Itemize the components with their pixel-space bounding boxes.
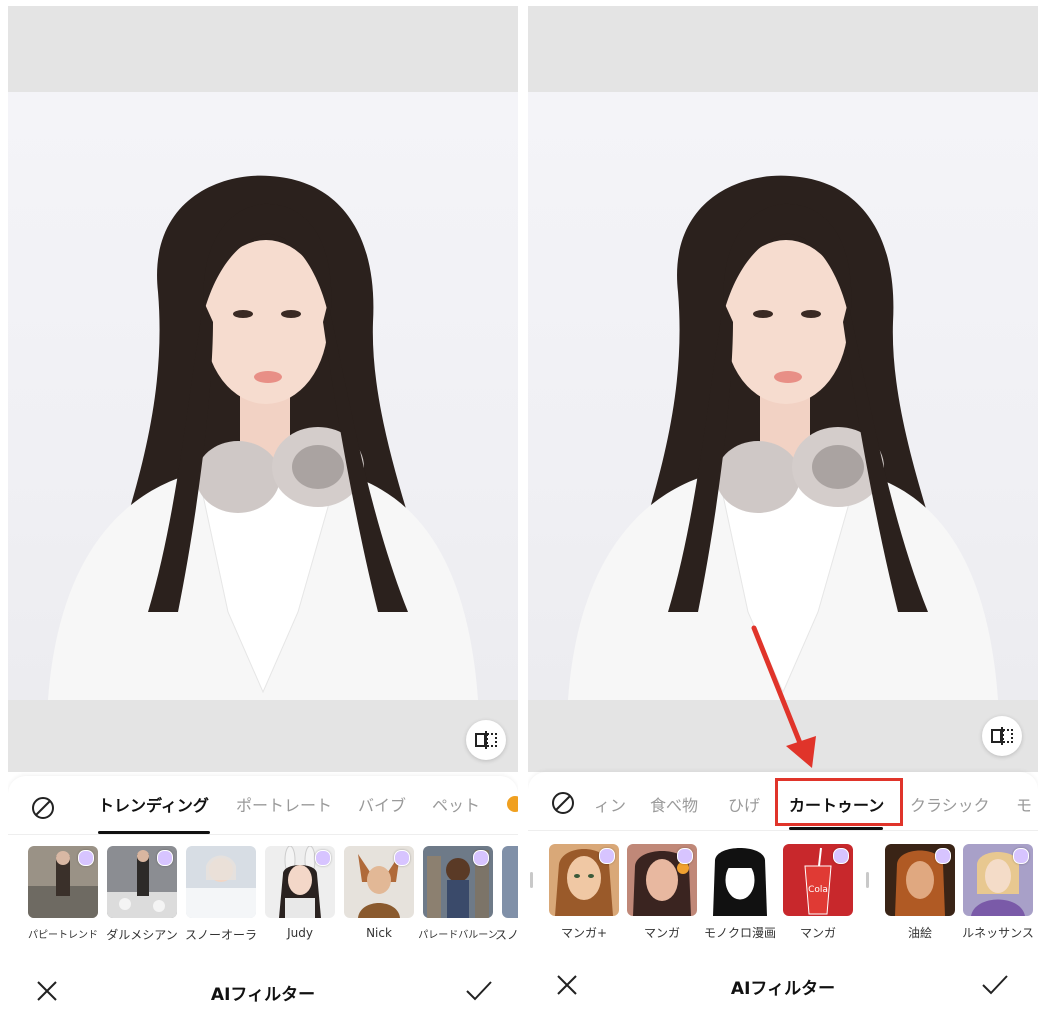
filter-thumb[interactable] <box>423 846 493 918</box>
screen-title: AIフィルター <box>210 985 316 1005</box>
filter-label: ルネッサンス <box>962 926 1034 940</box>
compare-button[interactable] <box>982 716 1022 756</box>
divider <box>528 830 1038 831</box>
filter-thumb[interactable] <box>502 846 518 918</box>
gem-icon <box>833 848 849 864</box>
gem-icon <box>935 848 951 864</box>
filter-thumb[interactable] <box>963 844 1033 916</box>
checkmark-icon[interactable] <box>980 970 1010 1000</box>
filter-thumb[interactable] <box>885 844 955 916</box>
screen-title: AIフィルター <box>730 979 836 999</box>
filter-thumb[interactable] <box>627 844 697 916</box>
filter-label: マンガ <box>643 926 680 940</box>
filter-list: パピートレンド ダルメシアン スノーオーラ Judy Nick パレードバルーン… <box>8 846 518 956</box>
gem-icon <box>394 850 410 866</box>
group-separator <box>530 872 533 888</box>
filter-thumb[interactable] <box>107 846 177 918</box>
category-tabs: トレンディング ポートレート バイブ ペット <box>8 776 518 836</box>
filter-thumb[interactable] <box>344 846 414 918</box>
filter-thumb[interactable] <box>265 846 335 918</box>
filter-thumb[interactable] <box>28 846 98 918</box>
portrait-photo <box>8 92 518 700</box>
filter-thumb[interactable] <box>186 846 256 918</box>
filter-label: パレードバルーン <box>418 930 498 941</box>
tab-trending[interactable]: トレンディング <box>98 792 209 816</box>
left-screen: トレンディング ポートレート バイブ ペット パピートレンド ダルメシアン スノ… <box>8 0 518 1034</box>
filter-thumb[interactable] <box>705 844 775 916</box>
filter-label: Nick <box>366 926 392 940</box>
tab-portrait[interactable]: ポートレート <box>236 792 332 816</box>
gem-icon <box>599 848 615 864</box>
filter-label: スノ <box>495 928 518 942</box>
gem-icon <box>157 850 173 866</box>
photo-canvas <box>8 6 518 772</box>
svg-text:Cola: Cola <box>808 885 828 895</box>
gem-icon <box>78 850 94 866</box>
annotation-arrow <box>751 625 816 768</box>
tab-food[interactable]: 食べ物 <box>650 792 698 816</box>
tab-classic[interactable]: クラシック <box>910 792 990 816</box>
filter-label: パピートレンド <box>28 930 98 941</box>
right-screen: ィン 食べ物 ひげ カートゥーン クラシック モ Cola マンガ+ マンガ モ… <box>528 0 1038 1034</box>
highlight-box <box>775 778 903 826</box>
filter-label: マンガ+ <box>560 926 608 940</box>
portrait-photo <box>528 92 1038 700</box>
gem-icon <box>473 850 489 866</box>
checkmark-icon[interactable] <box>464 976 494 1006</box>
filter-label: ダルメシアン <box>106 928 178 942</box>
filter-label: スノーオーラ <box>184 928 257 942</box>
filter-label: マンガ <box>799 926 836 940</box>
tab-vibe[interactable]: バイブ <box>358 792 406 816</box>
gem-icon <box>677 848 693 864</box>
no-filter-icon[interactable] <box>550 790 576 816</box>
bottom-bar: AIフィルター <box>8 966 518 1016</box>
bottom-bar: AIフィルター <box>528 960 1038 1010</box>
divider <box>8 834 518 835</box>
filter-label: モノクロ漫画 <box>703 926 776 940</box>
filter-list: Cola マンガ+ マンガ モノクロ漫画 マンガ 油絵 ルネッサンス <box>528 844 1038 954</box>
gem-icon <box>1013 848 1029 864</box>
compare-icon <box>475 731 497 749</box>
tab-beard[interactable]: ひげ <box>728 792 760 816</box>
filter-thumb[interactable] <box>549 844 619 916</box>
filter-label: 油絵 <box>907 926 932 940</box>
tab-partial-left[interactable]: ィン <box>594 792 626 816</box>
group-separator <box>866 872 869 888</box>
tab-emoji-icon[interactable] <box>507 796 518 812</box>
compare-icon <box>991 727 1013 745</box>
compare-button[interactable] <box>466 720 506 760</box>
filter-thumb[interactable]: Cola <box>783 844 853 916</box>
no-filter-icon[interactable] <box>30 795 56 821</box>
tab-partial-right[interactable]: モ <box>1016 792 1032 816</box>
filter-label: Judy <box>287 926 313 940</box>
gem-icon <box>315 850 331 866</box>
tab-pet[interactable]: ペット <box>432 792 480 816</box>
